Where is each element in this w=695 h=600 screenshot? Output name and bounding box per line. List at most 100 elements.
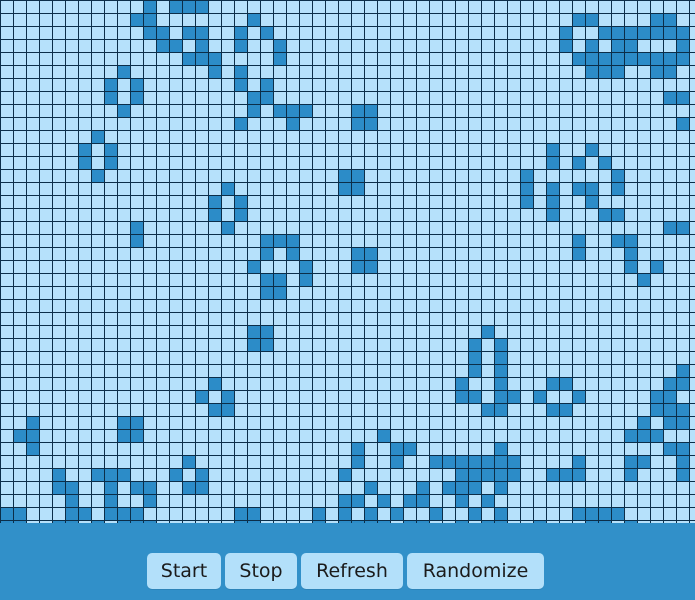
live-cell[interactable] xyxy=(234,507,247,520)
live-cell[interactable] xyxy=(78,156,91,169)
live-cell[interactable] xyxy=(572,390,585,403)
live-cell[interactable] xyxy=(611,26,624,39)
live-cell[interactable] xyxy=(546,208,559,221)
live-cell[interactable] xyxy=(507,455,520,468)
live-cell[interactable] xyxy=(143,26,156,39)
live-cell[interactable] xyxy=(676,468,689,481)
live-cell[interactable] xyxy=(351,494,364,507)
live-cell[interactable] xyxy=(546,377,559,390)
live-cell[interactable] xyxy=(481,325,494,338)
live-cell[interactable] xyxy=(52,468,65,481)
live-cell[interactable] xyxy=(169,0,182,13)
live-cell[interactable] xyxy=(143,494,156,507)
live-cell[interactable] xyxy=(624,52,637,65)
live-cell[interactable] xyxy=(234,117,247,130)
live-cell[interactable] xyxy=(442,481,455,494)
live-cell[interactable] xyxy=(663,91,676,104)
live-cell[interactable] xyxy=(676,403,689,416)
live-cell[interactable] xyxy=(650,13,663,26)
live-cell[interactable] xyxy=(598,507,611,520)
live-cell[interactable] xyxy=(468,390,481,403)
live-cell[interactable] xyxy=(351,247,364,260)
live-cell[interactable] xyxy=(624,468,637,481)
live-cell[interactable] xyxy=(481,494,494,507)
live-cell[interactable] xyxy=(182,26,195,39)
live-cell[interactable] xyxy=(676,455,689,468)
live-cell[interactable] xyxy=(208,403,221,416)
live-cell[interactable] xyxy=(546,195,559,208)
live-cell[interactable] xyxy=(494,468,507,481)
live-cell[interactable] xyxy=(494,351,507,364)
live-cell[interactable] xyxy=(650,260,663,273)
live-cell[interactable] xyxy=(364,247,377,260)
live-cell[interactable] xyxy=(676,364,689,377)
live-cell[interactable] xyxy=(468,481,481,494)
live-cell[interactable] xyxy=(663,390,676,403)
live-cell[interactable] xyxy=(26,442,39,455)
live-cell[interactable] xyxy=(585,39,598,52)
live-cell[interactable] xyxy=(559,39,572,52)
live-cell[interactable] xyxy=(182,455,195,468)
live-cell[interactable] xyxy=(663,65,676,78)
live-cell[interactable] xyxy=(117,104,130,117)
live-cell[interactable] xyxy=(221,390,234,403)
live-cell[interactable] xyxy=(338,507,351,520)
live-cell[interactable] xyxy=(494,338,507,351)
live-cell[interactable] xyxy=(676,52,689,65)
live-cell[interactable] xyxy=(247,325,260,338)
live-cell[interactable] xyxy=(130,91,143,104)
live-cell[interactable] xyxy=(546,468,559,481)
live-cell[interactable] xyxy=(572,13,585,26)
live-cell[interactable] xyxy=(598,208,611,221)
live-cell[interactable] xyxy=(104,494,117,507)
live-cell[interactable] xyxy=(117,429,130,442)
live-cell[interactable] xyxy=(507,390,520,403)
live-cell[interactable] xyxy=(273,52,286,65)
live-cell[interactable] xyxy=(494,377,507,390)
live-cell[interactable] xyxy=(611,169,624,182)
live-cell[interactable] xyxy=(585,13,598,26)
live-cell[interactable] xyxy=(546,156,559,169)
live-cell[interactable] xyxy=(338,494,351,507)
live-cell[interactable] xyxy=(260,286,273,299)
live-cell[interactable] xyxy=(0,507,13,520)
live-cell[interactable] xyxy=(104,156,117,169)
randomize-button[interactable]: Randomize xyxy=(407,553,544,589)
live-cell[interactable] xyxy=(442,455,455,468)
live-cell[interactable] xyxy=(286,117,299,130)
live-cell[interactable] xyxy=(104,507,117,520)
live-cell[interactable] xyxy=(520,182,533,195)
live-cell[interactable] xyxy=(650,429,663,442)
live-cell[interactable] xyxy=(351,455,364,468)
live-cell[interactable] xyxy=(637,455,650,468)
live-cell[interactable] xyxy=(676,39,689,52)
live-cell[interactable] xyxy=(624,429,637,442)
stop-button[interactable]: Stop xyxy=(225,553,297,589)
live-cell[interactable] xyxy=(104,143,117,156)
live-cell[interactable] xyxy=(663,52,676,65)
live-cell[interactable] xyxy=(286,247,299,260)
live-cell[interactable] xyxy=(585,52,598,65)
live-cell[interactable] xyxy=(364,481,377,494)
live-cell[interactable] xyxy=(520,195,533,208)
live-cell[interactable] xyxy=(182,481,195,494)
live-cell[interactable] xyxy=(585,182,598,195)
live-cell[interactable] xyxy=(65,494,78,507)
live-cell[interactable] xyxy=(234,208,247,221)
live-cell[interactable] xyxy=(520,169,533,182)
live-cell[interactable] xyxy=(455,481,468,494)
live-cell[interactable] xyxy=(364,117,377,130)
live-cell[interactable] xyxy=(260,247,273,260)
live-cell[interactable] xyxy=(611,507,624,520)
live-cell[interactable] xyxy=(494,455,507,468)
live-cell[interactable] xyxy=(143,0,156,13)
live-cell[interactable] xyxy=(26,416,39,429)
live-cell[interactable] xyxy=(390,442,403,455)
live-cell[interactable] xyxy=(351,182,364,195)
live-cell[interactable] xyxy=(156,26,169,39)
live-cell[interactable] xyxy=(663,26,676,39)
live-cell[interactable] xyxy=(676,377,689,390)
live-cell[interactable] xyxy=(455,455,468,468)
live-cell[interactable] xyxy=(338,182,351,195)
live-cell[interactable] xyxy=(273,39,286,52)
